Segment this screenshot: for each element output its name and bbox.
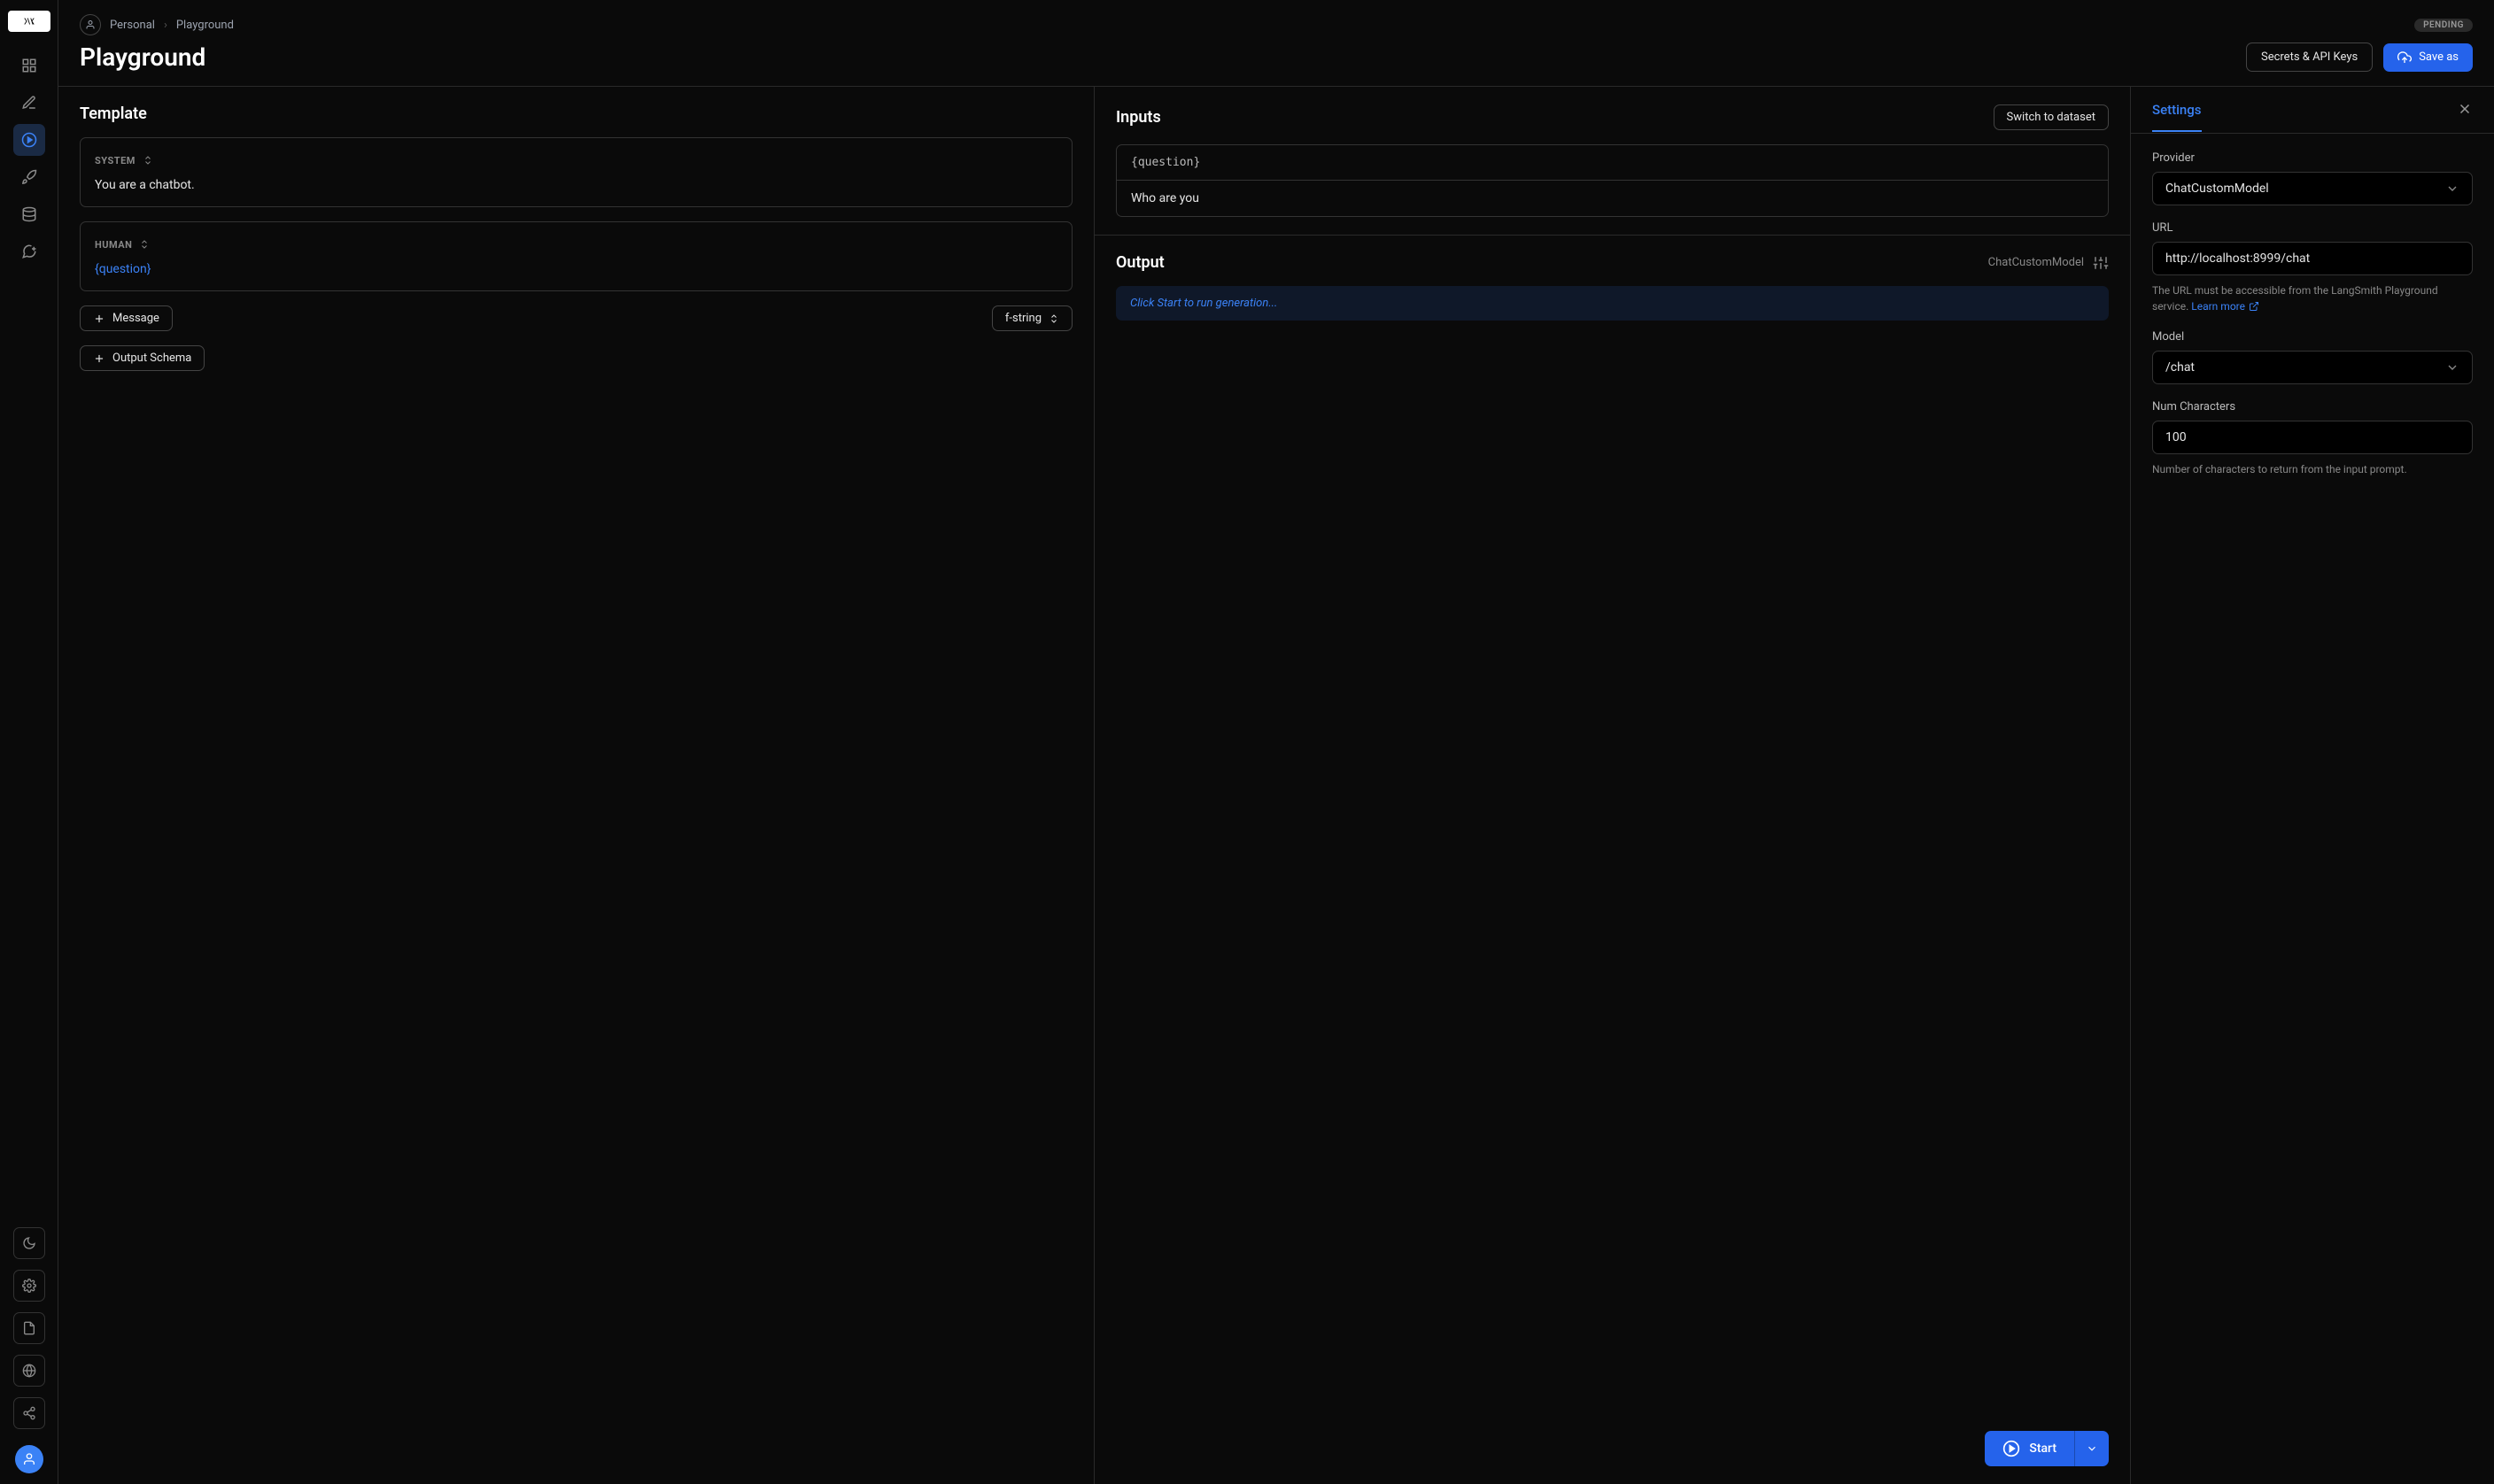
template-title: Template xyxy=(80,104,147,123)
output-schema-button[interactable]: Output Schema xyxy=(80,345,205,371)
switch-dataset-button[interactable]: Switch to dataset xyxy=(1994,104,2109,130)
input-var-value[interactable]: Who are you xyxy=(1117,181,2108,216)
template-card-system[interactable]: SYSTEM You are a chatbot. xyxy=(80,137,1073,207)
sort-icon xyxy=(1049,313,1059,324)
workspace-icon[interactable] xyxy=(80,14,101,35)
logo[interactable] xyxy=(8,11,50,32)
avatar[interactable] xyxy=(15,1445,43,1473)
breadcrumb: Personal › Playground PENDING xyxy=(80,14,2473,35)
message-plus-icon[interactable] xyxy=(13,236,45,267)
play-circle-icon xyxy=(2002,1440,2020,1457)
moon-icon[interactable] xyxy=(13,1227,45,1259)
status-badge: PENDING xyxy=(2414,19,2473,32)
breadcrumb-page[interactable]: Playground xyxy=(176,19,234,32)
sliders-icon[interactable] xyxy=(2093,255,2109,271)
plus-icon xyxy=(93,352,105,365)
database-icon[interactable] xyxy=(13,198,45,230)
provider-label: Provider xyxy=(2152,151,2473,165)
chevron-down-icon xyxy=(2445,360,2459,375)
start-dropdown[interactable] xyxy=(2074,1431,2109,1466)
start-button[interactable]: Start xyxy=(1985,1431,2074,1466)
rocket-icon[interactable] xyxy=(13,161,45,193)
inputs-title: Inputs xyxy=(1116,108,1161,127)
provider-select[interactable]: ChatCustomModel xyxy=(2152,172,2473,205)
template-role-system: SYSTEM xyxy=(95,155,136,166)
template-role-human: HUMAN xyxy=(95,239,132,251)
num-chars-label: Num Characters xyxy=(2152,400,2473,414)
sort-icon[interactable] xyxy=(139,236,150,253)
external-link-icon xyxy=(2249,301,2259,312)
template-content-system[interactable]: You are a chatbot. xyxy=(95,178,1057,192)
chevron-right-icon: › xyxy=(164,19,167,32)
add-message-label: Message xyxy=(112,312,159,325)
save-as-label: Save as xyxy=(2419,50,2459,64)
output-schema-label: Output Schema xyxy=(112,352,191,365)
model-value: /chat xyxy=(2165,360,2195,375)
fstring-label: f-string xyxy=(1005,312,1042,325)
template-content-human[interactable]: {question} xyxy=(95,262,1057,276)
url-field[interactable] xyxy=(2152,242,2473,275)
cloud-upload-icon xyxy=(2397,50,2412,65)
header: Personal › Playground PENDING Playground… xyxy=(58,0,2494,87)
chevron-down-icon xyxy=(2086,1442,2098,1455)
gear-icon[interactable] xyxy=(13,1270,45,1302)
url-input[interactable] xyxy=(2165,251,2459,266)
share-icon[interactable] xyxy=(13,1397,45,1429)
output-model-label: ChatCustomModel xyxy=(1988,256,2084,269)
num-chars-input[interactable] xyxy=(2165,430,2459,444)
template-card-human[interactable]: HUMAN {question} xyxy=(80,221,1073,291)
globe-icon[interactable] xyxy=(13,1355,45,1387)
model-label: Model xyxy=(2152,330,2473,344)
num-chars-help: Number of characters to return from the … xyxy=(2152,461,2473,477)
input-var-name[interactable]: {question} xyxy=(1117,145,2108,181)
plus-icon xyxy=(93,313,105,325)
document-icon[interactable] xyxy=(13,1312,45,1344)
save-as-button[interactable]: Save as xyxy=(2383,43,2473,72)
learn-more-link[interactable]: Learn more xyxy=(2191,298,2259,314)
secrets-button[interactable]: Secrets & API Keys xyxy=(2246,43,2373,72)
learn-more-label: Learn more xyxy=(2191,298,2245,314)
dashboard-icon[interactable] xyxy=(13,50,45,81)
breadcrumb-workspace[interactable]: Personal xyxy=(110,19,155,32)
sidebar xyxy=(0,0,58,1484)
start-label: Start xyxy=(2029,1441,2056,1456)
play-circle-icon[interactable] xyxy=(13,124,45,156)
url-label: URL xyxy=(2152,221,2473,235)
num-chars-field[interactable] xyxy=(2152,421,2473,454)
inputs-box: {question} Who are you xyxy=(1116,144,2109,217)
output-placeholder: Click Start to run generation... xyxy=(1116,286,2109,321)
pencil-icon[interactable] xyxy=(13,87,45,119)
output-title: Output xyxy=(1116,253,1165,272)
close-icon[interactable] xyxy=(2457,101,2473,133)
tab-settings[interactable]: Settings xyxy=(2152,102,2202,132)
add-message-button[interactable]: Message xyxy=(80,305,173,331)
page-title: Playground xyxy=(80,43,2235,72)
fstring-selector[interactable]: f-string xyxy=(992,305,1073,331)
chevron-down-icon xyxy=(2445,182,2459,196)
sort-icon[interactable] xyxy=(143,152,153,169)
provider-value: ChatCustomModel xyxy=(2165,182,2269,196)
model-select[interactable]: /chat xyxy=(2152,351,2473,384)
